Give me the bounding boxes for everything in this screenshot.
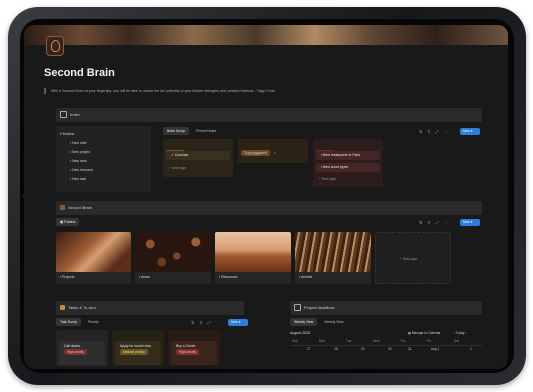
add-page-link[interactable]: + New page <box>244 152 261 156</box>
day-header: Thu <box>400 339 406 343</box>
calendar-nav[interactable]: ‹ Today › <box>454 331 466 335</box>
task-card[interactable]: Buy a Couch High priority <box>171 341 217 365</box>
gallery-add-new[interactable]: + New page <box>375 232 451 284</box>
tasks-tabs: Task Dump Priority <box>56 318 106 326</box>
calendar-month: August 2025 <box>290 331 311 335</box>
tasks-label: Tasks & To-do's <box>68 305 96 310</box>
calendar-date[interactable]: 30 <box>388 347 392 351</box>
card-best-restaurants[interactable]: ▪ Best restaurants in Paris <box>316 151 380 160</box>
calendar-date[interactable]: Aug 1 <box>431 347 439 351</box>
tasks-new-button[interactable]: New ▾ <box>228 319 248 326</box>
view-tools-icons[interactable]: ⇅ ⚲ ⤢ ⋯ <box>419 219 450 226</box>
calendar-date[interactable]: 28 <box>334 347 338 351</box>
gallery-card-label: ▪ Resources <box>219 275 238 279</box>
manage-in-calendar-button[interactable]: ▦ Manage in Calendar <box>408 331 441 335</box>
resources-cover <box>215 232 291 272</box>
gallery-card-areas[interactable]: ▪ Areas <box>135 232 211 284</box>
page-title: Second Brain <box>44 67 115 79</box>
task-column-not-started: Not started 0 Call doctor High priority <box>56 330 108 366</box>
deadlines-tabs: Weekly View Weekly View <box>290 318 351 326</box>
index-section-header[interactable]: Index <box>56 108 482 122</box>
buttons-panel: ▾ Buttons ▪ New note ▪ New project ▪ New… <box>56 126 151 192</box>
view-tools-icons[interactable]: ⇅ ⚲ ⤢ <box>191 319 213 326</box>
new-task-button[interactable]: ▪ New task <box>70 175 86 183</box>
task-column-done: Done 1 Buy a Couch High priority <box>168 330 220 366</box>
gallery-card-label: ▪ Archive <box>299 275 313 279</box>
projects-cover <box>56 232 131 272</box>
task-card[interactable]: Call doctor High priority <box>59 341 105 365</box>
tasks-section-header[interactable]: Tasks & To-do's <box>56 301 244 315</box>
task-column-in-progress: In progress 2 Apply for tourist visa Med… <box>112 330 164 366</box>
index-tabs: Brain Dump Pinned Notes <box>163 127 223 135</box>
gallery-card-label: ▪ Areas <box>139 275 150 279</box>
notion-page: Second Brain With a Second Brain at your… <box>24 25 508 369</box>
calendar-date[interactable]: 2 <box>470 347 472 351</box>
deadlines-label: Project deadlines <box>304 305 335 310</box>
priority-badge: High priority <box>176 349 200 355</box>
brain-icon <box>60 205 65 211</box>
gallery-card-archive[interactable]: ▪ Archive <box>295 232 371 284</box>
calendar-week-row <box>290 345 482 369</box>
add-page-link[interactable]: + New page <box>319 177 336 181</box>
second-brain-new-button[interactable]: New ▾ <box>460 219 480 226</box>
buttons-heading: ▾ Buttons <box>60 132 75 136</box>
board-column-to-be-organized: To be organized 0 + New page <box>238 139 308 163</box>
tab-folders[interactable]: ▦ Folders <box>56 218 80 226</box>
task-card[interactable]: Apply for tourist visa Medium priority <box>115 341 161 365</box>
archive-cover <box>295 232 371 272</box>
calendar-date[interactable]: 27 <box>307 347 311 351</box>
gallery-card-resources[interactable]: ▪ Resources <box>215 232 291 284</box>
day-header: Mon <box>319 339 326 343</box>
card-couches[interactable]: ✓ Couches <box>166 151 230 160</box>
cover-image <box>24 25 508 45</box>
priority-badge: High priority <box>64 349 88 355</box>
add-page-link[interactable]: + New page <box>169 166 186 170</box>
tab-weekly-view-2[interactable]: Weekly View <box>320 318 347 326</box>
calendar-date[interactable]: 31 <box>408 347 412 351</box>
tab-weekly-view[interactable]: Weekly View <box>290 318 318 326</box>
second-brain-tabs: ▦ Folders <box>56 218 82 226</box>
page-icon[interactable] <box>46 36 64 56</box>
list-icon <box>60 111 67 119</box>
tab-priority[interactable]: Priority <box>84 318 103 326</box>
card-best-wood-types[interactable]: ▪ Best wood types <box>316 163 380 172</box>
second-brain-label: Second Brain <box>68 205 93 210</box>
second-brain-section-header[interactable]: Second Brain <box>56 201 482 215</box>
calendar-date[interactable]: 29 <box>361 347 365 351</box>
areas-cover <box>135 232 211 272</box>
day-header: Fri <box>427 339 431 343</box>
tab-task-dump[interactable]: Task Dump <box>56 318 81 326</box>
tab-pinned-notes[interactable]: Pinned Notes <box>192 127 220 135</box>
priority-badge: Medium priority <box>120 349 148 355</box>
gallery-card-label: ▪ Projects <box>60 275 75 279</box>
board-column-relevant: Relevant 2 ▪ Best restaurants in Paris ▪… <box>313 139 383 187</box>
view-tools-icons[interactable]: ⇅ ⚲ ⤢ ⋯ <box>419 128 450 135</box>
index-label: Index <box>70 112 80 117</box>
board-column-thoughts: Thoughts 1 ✓ Couches + New page <box>163 139 233 177</box>
tab-brain-dump[interactable]: Brain Dump <box>163 127 189 135</box>
new-area-button[interactable]: ▪ New area <box>70 157 87 165</box>
day-header: Sat <box>454 339 459 343</box>
day-header: Wed <box>373 339 380 343</box>
new-note-button[interactable]: ▪ New note <box>70 139 86 147</box>
new-project-button[interactable]: ▪ New project <box>70 148 90 156</box>
calendar-icon <box>294 304 301 312</box>
day-header: Tue <box>346 339 352 343</box>
new-resource-button[interactable]: ▪ New resource <box>70 166 93 174</box>
gallery-card-projects[interactable]: ▪ Projects <box>56 232 131 284</box>
index-new-button[interactable]: New ▾ <box>460 128 480 135</box>
deadlines-section-header[interactable]: Project deadlines <box>290 301 482 315</box>
checklist-icon <box>60 305 65 311</box>
page-quote: With a Second Brain at your fingertips, … <box>44 88 491 94</box>
day-header: Sun <box>292 339 298 343</box>
